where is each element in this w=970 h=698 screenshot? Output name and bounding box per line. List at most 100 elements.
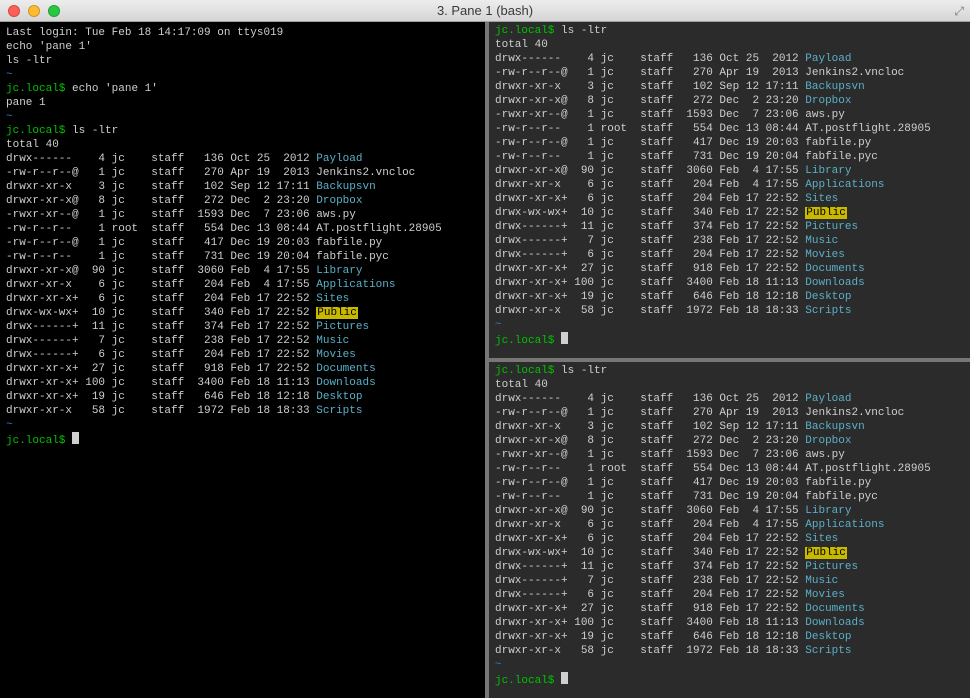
prompt-line: jc.local$ echo 'pane 1' (6, 82, 479, 96)
file-aws-py: aws.py (805, 449, 845, 461)
traffic-lights (8, 5, 60, 17)
file-scripts: Scripts (805, 645, 851, 657)
file-dropbox: Dropbox (805, 95, 851, 107)
output-line: pane 1 (6, 96, 479, 110)
ls-row: drwx------+ 7 jc staff 238 Feb 17 22:52 … (495, 234, 964, 248)
ls-row: drwxr-xr-x+ 100 jc staff 3400 Feb 18 11:… (495, 276, 964, 290)
ls-row: drwxr-xr-x+ 100 jc staff 3400 Feb 18 11:… (6, 376, 479, 390)
file-aws-py: aws.py (316, 209, 356, 221)
ls-row: drwxr-xr-x 58 jc staff 1972 Feb 18 18:33… (495, 304, 964, 318)
prompt-command: ls -ltr (561, 365, 607, 377)
ls-row: drwxr-xr-x+ 19 jc staff 646 Feb 18 12:18… (6, 390, 479, 404)
prompt-line: jc.local$ (495, 672, 964, 688)
cursor (561, 332, 568, 344)
header-line: Last login: Tue Feb 18 14:17:09 on ttys0… (6, 26, 479, 40)
ls-row: drwxr-xr-x+ 27 jc staff 918 Feb 17 22:52… (495, 602, 964, 616)
prompt-host: jc.local$ (6, 435, 65, 447)
file-documents: Documents (805, 603, 864, 615)
ls-row: drwxr-xr-x 58 jc staff 1972 Feb 18 18:33… (495, 644, 964, 658)
prompt-command: ls -ltr (561, 25, 607, 37)
prompt-host: jc.local$ (495, 335, 554, 347)
pane-right-bottom[interactable]: jc.local$ ls -ltrtotal 40drwx------ 4 jc… (489, 358, 970, 698)
ls-row: drwx------+ 7 jc staff 238 Feb 17 22:52 … (495, 574, 964, 588)
prompt-host: jc.local$ (495, 675, 554, 687)
ls-row: drwx-wx-wx+ 10 jc staff 340 Feb 17 22:52… (495, 206, 964, 220)
ls-row: -rw-r--r--@ 1 jc staff 270 Apr 19 2013 J… (495, 66, 964, 80)
file-documents: Documents (316, 363, 375, 375)
file-pictures: Pictures (316, 321, 369, 333)
ls-row: drwx------+ 6 jc staff 204 Feb 17 22:52 … (495, 248, 964, 262)
ls-row: drwx-wx-wx+ 10 jc staff 340 Feb 17 22:52… (6, 306, 479, 320)
header-line: ls -ltr (6, 54, 479, 68)
tilde-line: ~ (6, 110, 479, 124)
pane-left[interactable]: Last login: Tue Feb 18 14:17:09 on ttys0… (0, 22, 485, 698)
ls-row: drwxr-xr-x+ 6 jc staff 204 Feb 17 22:52 … (495, 532, 964, 546)
ls-row: drwxr-xr-x@ 8 jc staff 272 Dec 2 23:20 D… (495, 434, 964, 448)
file-sites: Sites (805, 533, 838, 545)
file-backupsvn: Backupsvn (805, 81, 864, 93)
ls-row: drwx------ 4 jc staff 136 Oct 25 2012 Pa… (495, 392, 964, 406)
file-fabfile-py: fabfile.py (805, 477, 871, 489)
file-sites: Sites (805, 193, 838, 205)
zoom-icon[interactable] (48, 5, 60, 17)
file-library: Library (316, 265, 362, 277)
file-applications: Applications (805, 179, 884, 191)
ls-total: total 40 (495, 378, 964, 392)
file-public: Public (316, 307, 358, 319)
file-jenkins2-vncloc: Jenkins2.vncloc (805, 67, 904, 79)
ls-row: drwx------ 4 jc staff 136 Oct 25 2012 Pa… (6, 152, 479, 166)
ls-row: drwx------+ 6 jc staff 204 Feb 17 22:52 … (495, 588, 964, 602)
file-aws-py: aws.py (805, 109, 845, 121)
prompt-host: jc.local$ (495, 25, 554, 37)
ls-row: drwxr-xr-x 3 jc staff 102 Sep 12 17:11 B… (6, 180, 479, 194)
header-line: echo 'pane 1' (6, 40, 479, 54)
ls-row: -rw-r--r-- 1 jc staff 731 Dec 19 20:04 f… (495, 150, 964, 164)
file-pictures: Pictures (805, 561, 858, 573)
tilde-line: ~ (495, 658, 964, 672)
window-title: 3. Pane 1 (bash) (0, 4, 970, 18)
file-desktop: Desktop (805, 631, 851, 643)
file-jenkins2-vncloc: Jenkins2.vncloc (316, 167, 415, 179)
prompt-host: jc.local$ (495, 365, 554, 377)
file-jenkins2-vncloc: Jenkins2.vncloc (805, 407, 904, 419)
file-music: Music (805, 575, 838, 587)
window-titlebar: 3. Pane 1 (bash) ⤢ (0, 0, 970, 22)
ls-row: -rwxr-xr--@ 1 jc staff 1593 Dec 7 23:06 … (495, 108, 964, 122)
ls-row: -rw-r--r--@ 1 jc staff 417 Dec 19 20:03 … (6, 236, 479, 250)
ls-row: drwxr-xr-x+ 27 jc staff 918 Feb 17 22:52… (6, 362, 479, 376)
ls-total: total 40 (495, 38, 964, 52)
file-backupsvn: Backupsvn (805, 421, 864, 433)
file-desktop: Desktop (316, 391, 362, 403)
file-library: Library (805, 165, 851, 177)
ls-row: drwxr-xr-x+ 6 jc staff 204 Feb 17 22:52 … (495, 192, 964, 206)
ls-row: drwxr-xr-x@ 8 jc staff 272 Dec 2 23:20 D… (495, 94, 964, 108)
terminal-area: Last login: Tue Feb 18 14:17:09 on ttys0… (0, 22, 970, 698)
ls-row: -rwxr-xr--@ 1 jc staff 1593 Dec 7 23:06 … (495, 448, 964, 462)
file-music: Music (805, 235, 838, 247)
ls-row: drwx------ 4 jc staff 136 Oct 25 2012 Pa… (495, 52, 964, 66)
ls-row: drwxr-xr-x+ 19 jc staff 646 Feb 18 12:18… (495, 630, 964, 644)
prompt-line: jc.local$ ls -ltr (6, 124, 479, 138)
ls-row: drwxr-xr-x 3 jc staff 102 Sep 12 17:11 B… (495, 80, 964, 94)
file-downloads: Downloads (805, 277, 864, 289)
file-fabfile-py: fabfile.py (805, 137, 871, 149)
file-public: Public (805, 547, 847, 559)
close-icon[interactable] (8, 5, 20, 17)
prompt-line: jc.local$ ls -ltr (495, 24, 964, 38)
ls-total: total 40 (6, 138, 479, 152)
ls-row: -rw-r--r--@ 1 jc staff 417 Dec 19 20:03 … (495, 476, 964, 490)
ls-row: -rw-r--r-- 1 jc staff 731 Dec 19 20:04 f… (6, 250, 479, 264)
file-documents: Documents (805, 263, 864, 275)
file-fabfile-pyc: fabfile.pyc (805, 151, 878, 163)
file-pictures: Pictures (805, 221, 858, 233)
prompt-command: ls -ltr (72, 125, 118, 137)
file-backupsvn: Backupsvn (316, 181, 375, 193)
tilde-line: ~ (495, 318, 964, 332)
minimize-icon[interactable] (28, 5, 40, 17)
file-fabfile-pyc: fabfile.pyc (805, 491, 878, 503)
pane-right-top[interactable]: jc.local$ ls -ltrtotal 40drwx------ 4 jc… (489, 22, 970, 358)
ls-row: drwx------+ 11 jc staff 374 Feb 17 22:52… (495, 560, 964, 574)
prompt-host: jc.local$ (6, 83, 65, 95)
expand-icon[interactable]: ⤢ (954, 4, 964, 18)
ls-row: -rw-r--r-- 1 root staff 554 Dec 13 08:44… (495, 462, 964, 476)
